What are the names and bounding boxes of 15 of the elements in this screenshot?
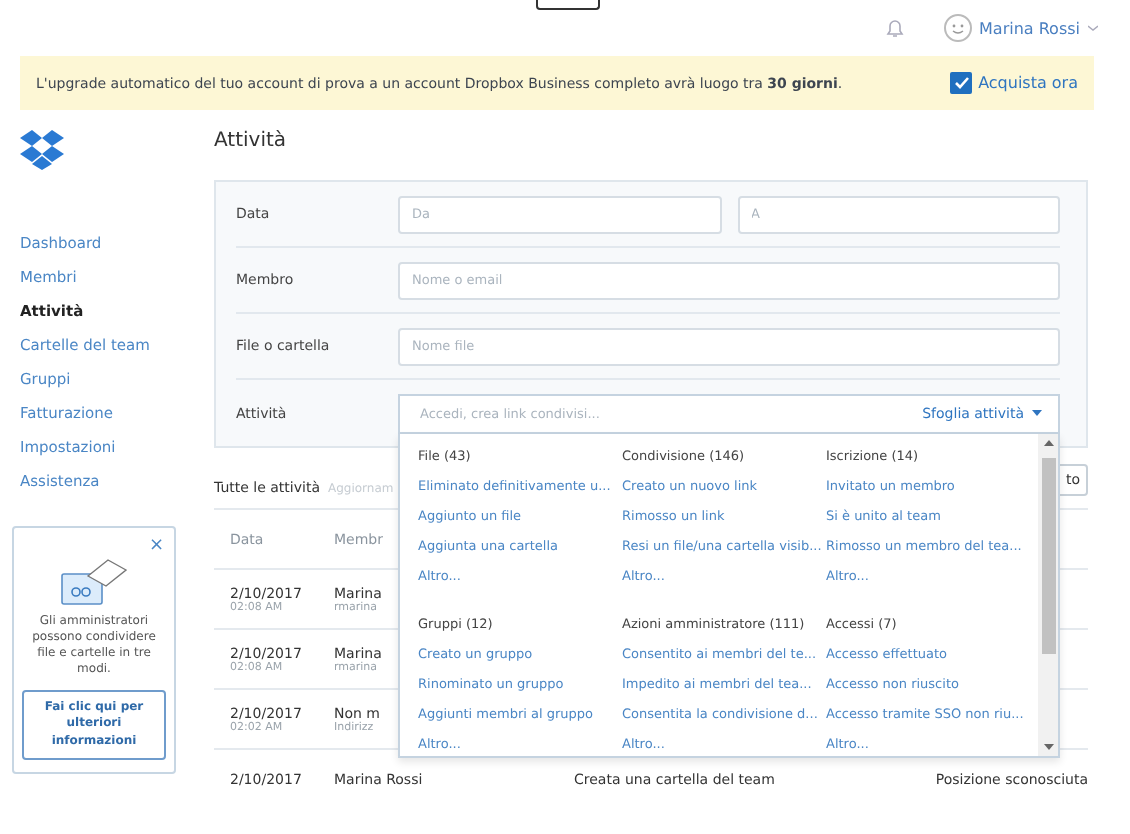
- user-menu[interactable]: Marina Rossi: [943, 14, 1098, 42]
- folder-envelope-icon: [60, 556, 128, 608]
- page-title: Attività: [214, 130, 289, 152]
- checkbox[interactable]: [950, 72, 973, 94]
- scroll-down-icon[interactable]: [1043, 743, 1053, 749]
- scroll-up-icon[interactable]: [1043, 439, 1053, 445]
- buy-now-link[interactable]: Acquista ora: [950, 72, 1078, 94]
- close-button[interactable]: ×: [148, 538, 164, 556]
- caret-icon: [1088, 24, 1098, 32]
- avatar-icon: [943, 14, 972, 42]
- scrollbar-thumb[interactable]: [1041, 457, 1055, 653]
- scrollbar[interactable]: [1038, 433, 1058, 755]
- caret-icon: [1032, 410, 1042, 416]
- tab-handle[interactable]: [536, 0, 600, 10]
- dropbox-logo-icon: [20, 130, 64, 170]
